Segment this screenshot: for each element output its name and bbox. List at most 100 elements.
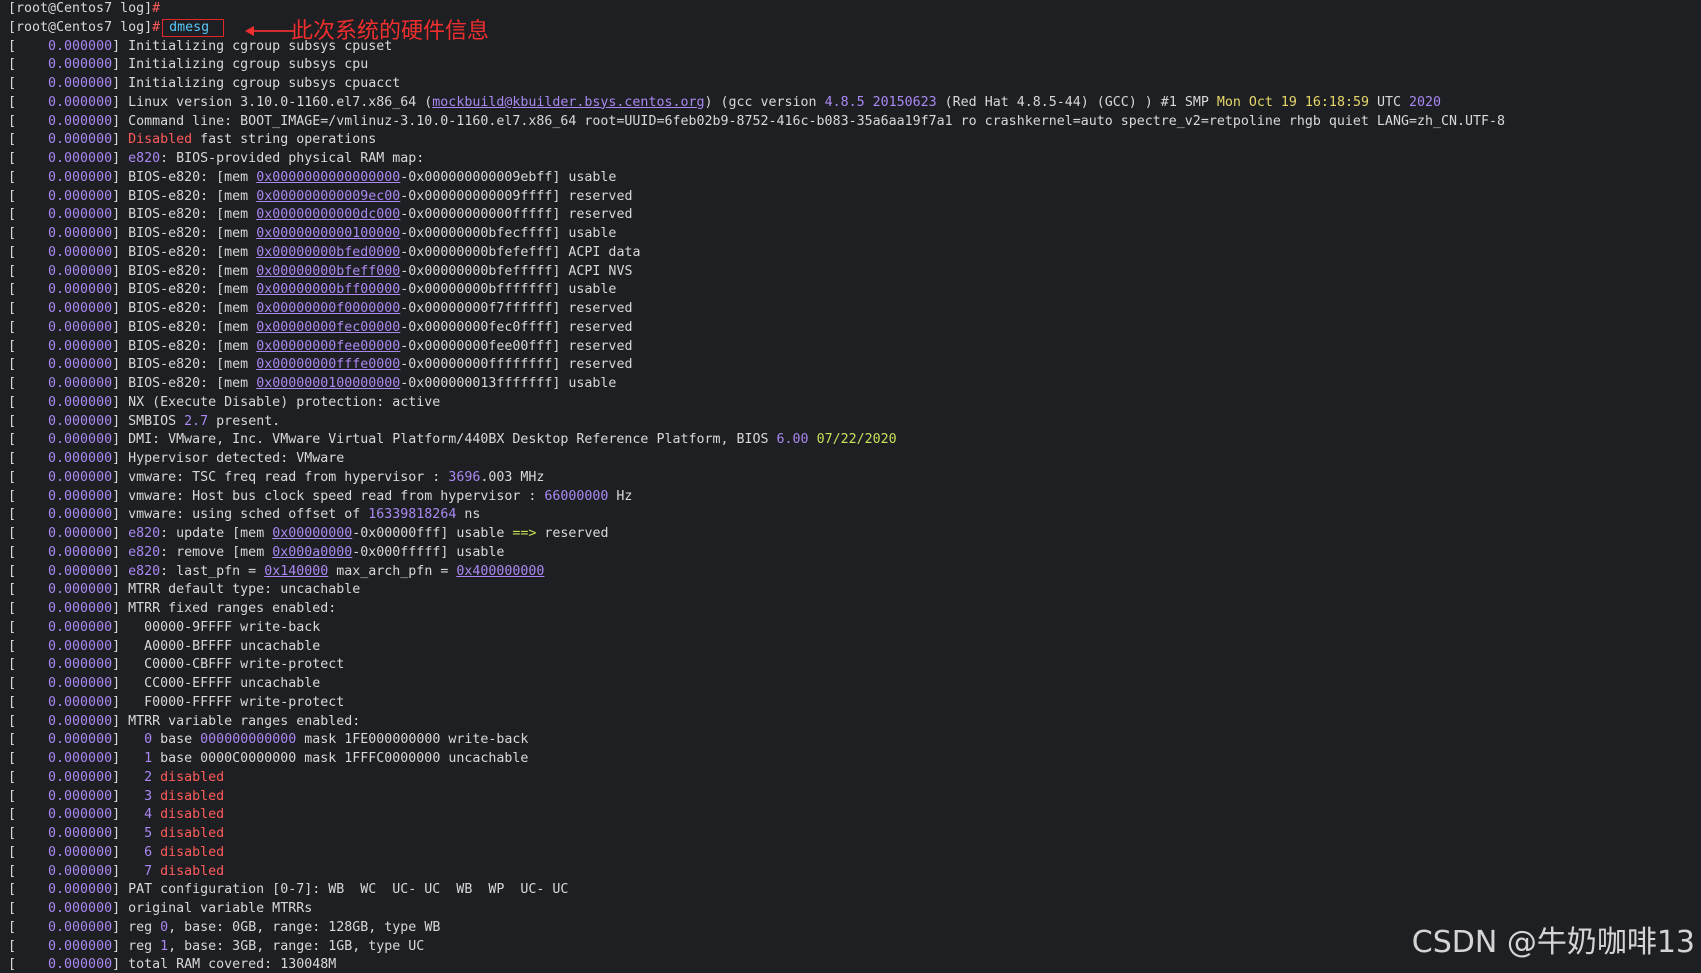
log-line: [ 0.000000] BIOS-e820: [mem 0x00000000fe… <box>8 338 1698 357</box>
log-line: [ 0.000000] BIOS-e820: [mem 0x0000000000… <box>8 206 1698 225</box>
annotation-label: 此次系统的硬件信息 <box>291 19 490 44</box>
log-line: [ 0.000000] BIOS-e820: [mem 0x00000000bf… <box>8 244 1698 263</box>
log-segment: 1 <box>160 938 169 954</box>
log-segment: [ <box>8 469 49 485</box>
log-segment: [ <box>8 226 49 241</box>
log-segment: -0x000000000009ffff] reserved <box>400 188 633 204</box>
log-segment: 2 <box>144 769 153 785</box>
log-segment: 0.000000 <box>48 338 113 354</box>
log-segment: ] total RAM covered: 130048M <box>112 957 337 973</box>
log-segment: , base: 3GB, range: 1GB, type UC <box>168 938 425 954</box>
log-segment: [ <box>8 544 49 560</box>
log-segment: 0.000000 <box>48 151 113 166</box>
log-line: [ 0.000000] BIOS-e820: [mem 0x00000000fe… <box>8 319 1698 338</box>
log-line: [ 0.000000] Command line: BOOT_IMAGE=/vm… <box>8 113 1698 132</box>
log-segment: 0.000000 <box>48 319 113 335</box>
log-line: [ 0.000000] e820: last_pfn = 0x140000 ma… <box>8 563 1698 582</box>
log-segment: 6.00 <box>776 432 809 448</box>
log-segment: disabled <box>160 769 225 785</box>
log-segment: [ <box>8 451 49 466</box>
log-segment: [ <box>8 432 49 448</box>
log-segment: 0.000000 <box>48 844 113 860</box>
log-segment: [ <box>8 357 49 373</box>
log-segment: [ <box>8 769 49 785</box>
log-segment: 0x400000000 <box>456 563 545 579</box>
log-segment: -0x00000000bfffffff] usable <box>400 282 617 298</box>
log-segment: ] <box>112 732 145 748</box>
log-segment: 0.000000 <box>48 957 113 973</box>
log-segment: 0.000000 <box>48 488 113 504</box>
log-segment: [ <box>8 957 49 973</box>
log-segment: 0.000000 <box>48 357 113 373</box>
log-segment: 0.000000 <box>48 113 113 129</box>
log-line: [ 0.000000] CC000-EFFFF uncachable <box>8 675 1698 694</box>
log-segment: [ <box>8 582 49 598</box>
log-segment: ] BIOS-e820: [mem <box>112 357 257 373</box>
log-segment: [ <box>8 207 49 223</box>
log-segment: 6 <box>144 844 153 860</box>
log-segment: [ <box>8 788 49 804</box>
log-segment: 0.000000 <box>48 751 113 766</box>
log-segment: Mon Oct 19 16:18:59 <box>1216 94 1369 110</box>
log-segment: [ <box>8 38 49 54</box>
log-segment: 07/22/2020 <box>816 432 897 448</box>
log-segment: [ <box>8 751 49 766</box>
log-segment: 0.000000 <box>48 507 113 523</box>
log-line: [ 0.000000] A0000-BFFFF uncachable <box>8 638 1698 657</box>
log-segment: 0.000000 <box>48 432 113 448</box>
log-segment: [ <box>8 657 49 673</box>
log-line: [ 0.000000] BIOS-e820: [mem 0x0000000100… <box>8 375 1698 394</box>
log-segment: [ <box>8 882 49 898</box>
log-segment: [ <box>8 938 49 954</box>
log-segment <box>152 789 160 804</box>
log-line: [ 0.000000] 5 disabled <box>8 825 1698 844</box>
log-segment: [ <box>8 919 49 935</box>
log-segment: 0.000000 <box>48 901 113 916</box>
log-segment: [ <box>8 619 49 635</box>
log-line: [ 0.000000] 6 disabled <box>8 844 1698 863</box>
log-segment: 0x00000000bfeff000 <box>256 263 401 279</box>
log-segment: 0x000a0000 <box>272 544 353 560</box>
log-segment: 0.000000 <box>48 282 113 298</box>
log-segment: 0.000000 <box>48 57 113 73</box>
log-segment: [ <box>8 844 49 860</box>
log-segment: 0.000000 <box>48 244 113 260</box>
log-segment: [ <box>8 282 49 298</box>
log-segment: ] 00000-9FFFF write-back <box>112 619 321 635</box>
log-segment: ) (gcc version <box>704 94 825 110</box>
log-segment: -0x00000fff] usable <box>352 526 513 541</box>
terminal-output[interactable]: [root@Centos7 log]# [root@Centos7 log]# d… <box>8 0 1698 973</box>
log-segment: ] Hypervisor detected: VMware <box>112 451 345 466</box>
prompt-line-1: [root@Centos7 log]# <box>8 0 1698 19</box>
log-segment: 0x00000000000dc000 <box>256 207 401 223</box>
log-segment: : remove [mem <box>160 544 273 560</box>
log-segment: ] BIOS-e820: [mem <box>112 301 257 316</box>
log-segment: -0x00000000ffffffff] reserved <box>400 357 633 373</box>
log-segment: 66000000 <box>544 488 609 504</box>
log-segment <box>152 826 160 841</box>
log-segment: ] C0000-CBFFF write-protect <box>112 657 345 673</box>
log-segment: 0.000000 <box>48 713 113 729</box>
log-segment: ] vmware: Host bus clock speed read from… <box>112 488 545 504</box>
command-highlight-box: dmesg <box>162 18 225 37</box>
log-segment: 0.000000 <box>48 563 113 579</box>
log-line: [ 0.000000] 2 disabled <box>8 769 1698 788</box>
log-segment: , base: 0GB, range: 128GB, type WB <box>168 919 441 935</box>
log-line: [ 0.000000] vmware: TSC freq read from h… <box>8 469 1698 488</box>
log-segment: 0.000000 <box>48 207 113 223</box>
log-segment: 0.000000 <box>48 638 113 654</box>
log-segment: 0x0000000100000000 <box>256 376 401 391</box>
log-segment: [ <box>8 863 49 879</box>
log-segment: 3 <box>144 788 153 804</box>
log-segment: [ <box>8 807 49 823</box>
log-segment: [ <box>8 676 49 691</box>
log-line: [ 0.000000] MTRR default type: uncachabl… <box>8 581 1698 600</box>
log-line: [ 0.000000] e820: remove [mem 0x000a0000… <box>8 544 1698 563</box>
log-segment: disabled <box>160 844 225 860</box>
log-segment: 0.000000 <box>48 619 113 635</box>
log-segment: ] vmware: TSC freq read from hypervisor … <box>112 469 449 485</box>
log-segment: ] <box>112 526 129 541</box>
log-line: [ 0.000000] vmware: using sched offset o… <box>8 506 1698 525</box>
log-segment: [ <box>8 319 49 335</box>
log-segment: ==> <box>512 526 537 541</box>
